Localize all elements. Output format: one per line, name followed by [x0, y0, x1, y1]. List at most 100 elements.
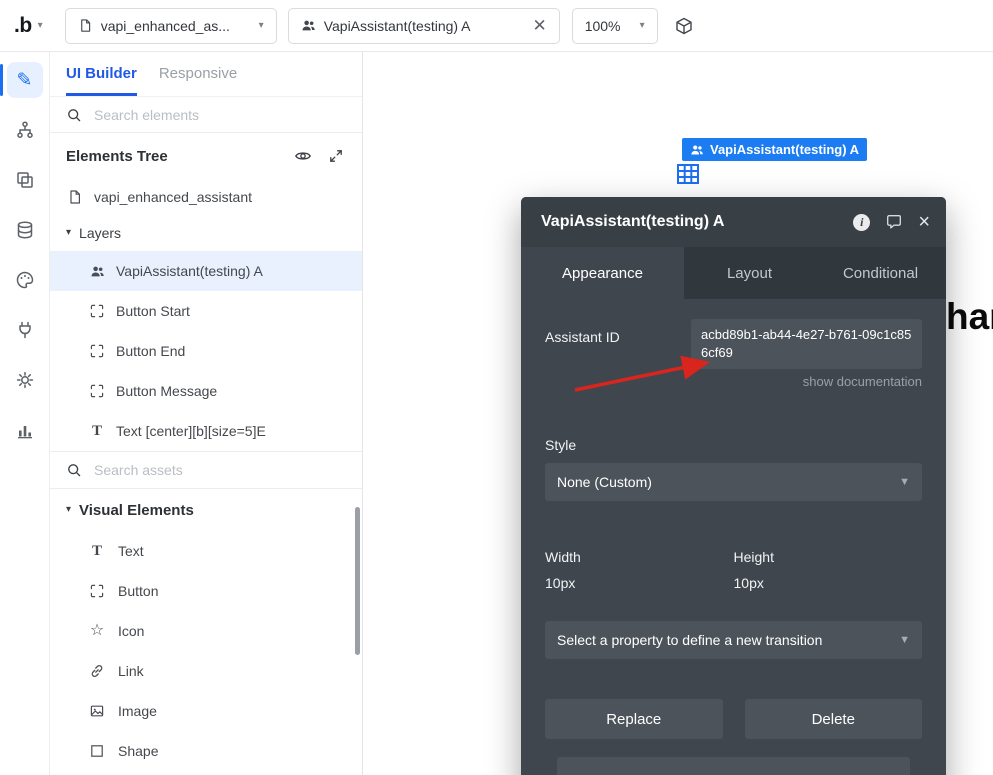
bubble-editor: .b ▾ vapi_enhanced_as... ▾ VapiAssistant…	[0, 0, 993, 775]
page-selector-caret-icon: ▾	[259, 21, 264, 31]
expand-panel-icon[interactable]	[328, 148, 344, 164]
style-label: Style	[545, 437, 922, 453]
layer-item-label: Button Message	[116, 383, 217, 399]
palette-item-button[interactable]: Button	[50, 571, 362, 611]
canvas-heading-fragment[interactable]: hanced	[946, 296, 993, 344]
width-label: Width	[545, 549, 734, 565]
layer-item-text[interactable]: T Text [center][b][size=5]E	[50, 411, 362, 451]
layer-item-label: Text [center][b][size=5]E	[116, 423, 266, 439]
rail-workflow-icon[interactable]	[7, 112, 43, 148]
search-assets-row	[50, 451, 362, 489]
zoom-caret-icon: ▾	[640, 21, 645, 31]
elements-tree-title: Elements Tree	[66, 148, 278, 165]
layer-item-vapiassistant[interactable]: VapiAssistant(testing) A	[50, 251, 362, 291]
rail-plugins-icon[interactable]	[7, 312, 43, 348]
page-file-icon	[66, 189, 84, 205]
component-library-icon[interactable]	[674, 16, 694, 36]
height-label: Height	[734, 549, 923, 565]
palette-item-shape[interactable]: Shape	[50, 731, 362, 771]
comment-bubble-icon[interactable]	[885, 213, 903, 231]
button-element-icon	[88, 343, 106, 359]
selected-element-badge[interactable]: VapiAssistant(testing) A	[682, 138, 867, 161]
dimensions-row: Width 10px Height 10px	[545, 549, 922, 591]
layer-item-label: VapiAssistant(testing) A	[116, 263, 263, 279]
button-element-icon	[88, 303, 106, 319]
layers-caret-icon: ▾	[66, 228, 71, 238]
tree-root-label: vapi_enhanced_assistant	[94, 189, 252, 205]
search-assets-input[interactable]	[92, 461, 346, 479]
page-selector-label: vapi_enhanced_as...	[101, 18, 230, 34]
search-icon	[66, 462, 82, 478]
search-icon	[66, 107, 82, 123]
tab-layout[interactable]: Layout	[684, 247, 815, 299]
bubble-logo[interactable]: .b	[14, 14, 32, 38]
layer-item-button-end[interactable]: Button End	[50, 331, 362, 371]
elements-tree-header: Elements Tree	[50, 133, 362, 179]
rail-logs-chart-icon[interactable]	[7, 412, 43, 448]
palette-item-label: Text	[118, 543, 144, 559]
palette-item-label: Link	[118, 663, 144, 679]
users-icon	[301, 18, 316, 33]
zoom-dropdown[interactable]: 100% ▾	[572, 8, 658, 44]
replace-button[interactable]: Replace	[545, 699, 723, 739]
inspector-body: Assistant ID acbd89b1-ab44-4e27-b761-09c…	[521, 299, 946, 775]
page-selector-dropdown[interactable]: vapi_enhanced_as... ▾	[65, 8, 277, 44]
tree-root-item[interactable]: vapi_enhanced_assistant	[50, 179, 362, 215]
assistant-id-row: Assistant ID acbd89b1-ab44-4e27-b761-09c…	[545, 319, 922, 369]
element-tab-close-icon[interactable]: ✕	[532, 17, 546, 34]
table-grid-icon[interactable]	[676, 162, 700, 186]
visual-elements-caret-icon: ▾	[66, 505, 71, 515]
transition-dropdown-placeholder: Select a property to define a new transi…	[557, 632, 822, 648]
tab-appearance[interactable]: Appearance	[521, 247, 684, 299]
visual-elements-header[interactable]: ▾ Visual Elements	[50, 489, 362, 531]
layer-item-button-start[interactable]: Button Start	[50, 291, 362, 331]
element-tab[interactable]: VapiAssistant(testing) A ✕	[288, 8, 560, 44]
search-elements-row	[50, 97, 362, 133]
visual-elements-label: Visual Elements	[79, 502, 194, 519]
search-elements-input[interactable]	[92, 106, 346, 124]
assistant-id-input[interactable]: acbd89b1-ab44-4e27-b761-09c1c856cf69	[691, 319, 922, 369]
users-icon	[88, 264, 106, 279]
rail-pages-icon[interactable]	[7, 162, 43, 198]
inspector-title: VapiAssistant(testing) A	[541, 213, 853, 231]
property-inspector: VapiAssistant(testing) A i × Appearance …	[521, 197, 946, 775]
tab-ui-builder[interactable]: UI Builder	[66, 51, 137, 96]
inspector-header[interactable]: VapiAssistant(testing) A i ×	[521, 197, 946, 247]
show-documentation-link[interactable]: show documentation	[545, 374, 922, 389]
palette-item-image[interactable]: Image	[50, 691, 362, 731]
inspector-tabs: Appearance Layout Conditional	[521, 247, 946, 299]
info-icon[interactable]: i	[853, 214, 870, 231]
layers-group-header[interactable]: ▾ Layers	[50, 215, 362, 251]
rail-data-icon[interactable]	[7, 212, 43, 248]
palette-item-label: Button	[118, 583, 158, 599]
logo-menu-caret-icon[interactable]: ▾	[38, 21, 43, 31]
zoom-value: 100%	[585, 18, 621, 34]
clipped-bottom-control[interactable]	[557, 757, 910, 775]
delete-button[interactable]: Delete	[745, 699, 923, 739]
ui-builder-panel: UI Builder Responsive Elements Tree vapi…	[50, 52, 363, 775]
layer-item-button-message[interactable]: Button Message	[50, 371, 362, 411]
layer-item-label: Button Start	[116, 303, 190, 319]
left-icon-rail: ✎	[0, 52, 50, 775]
close-icon[interactable]: ×	[918, 212, 930, 232]
tab-responsive[interactable]: Responsive	[159, 51, 237, 96]
tab-conditional[interactable]: Conditional	[815, 247, 946, 299]
height-value: 10px	[734, 575, 923, 591]
design-canvas[interactable]: VapiAssistant(testing) A hanced VapiAssi…	[363, 52, 993, 775]
link-chain-icon	[88, 663, 106, 679]
style-dropdown[interactable]: None (Custom) ▼	[545, 463, 922, 501]
palette-item-link[interactable]: Link	[50, 651, 362, 691]
panel-tabs: UI Builder Responsive	[50, 52, 362, 97]
element-tab-label: VapiAssistant(testing) A	[324, 18, 471, 34]
eye-icon[interactable]	[294, 147, 312, 165]
palette-item-icon[interactable]: ☆ Icon	[50, 611, 362, 651]
layers-label: Layers	[79, 225, 121, 241]
transition-dropdown[interactable]: Select a property to define a new transi…	[545, 621, 922, 659]
page-file-icon	[78, 18, 93, 33]
image-icon	[88, 703, 106, 719]
rail-design-pencil-icon[interactable]: ✎	[7, 62, 43, 98]
panel-scrollbar[interactable]	[355, 507, 360, 655]
rail-styles-palette-icon[interactable]	[7, 262, 43, 298]
palette-item-text[interactable]: T Text	[50, 531, 362, 571]
rail-settings-gear-icon[interactable]	[7, 362, 43, 398]
